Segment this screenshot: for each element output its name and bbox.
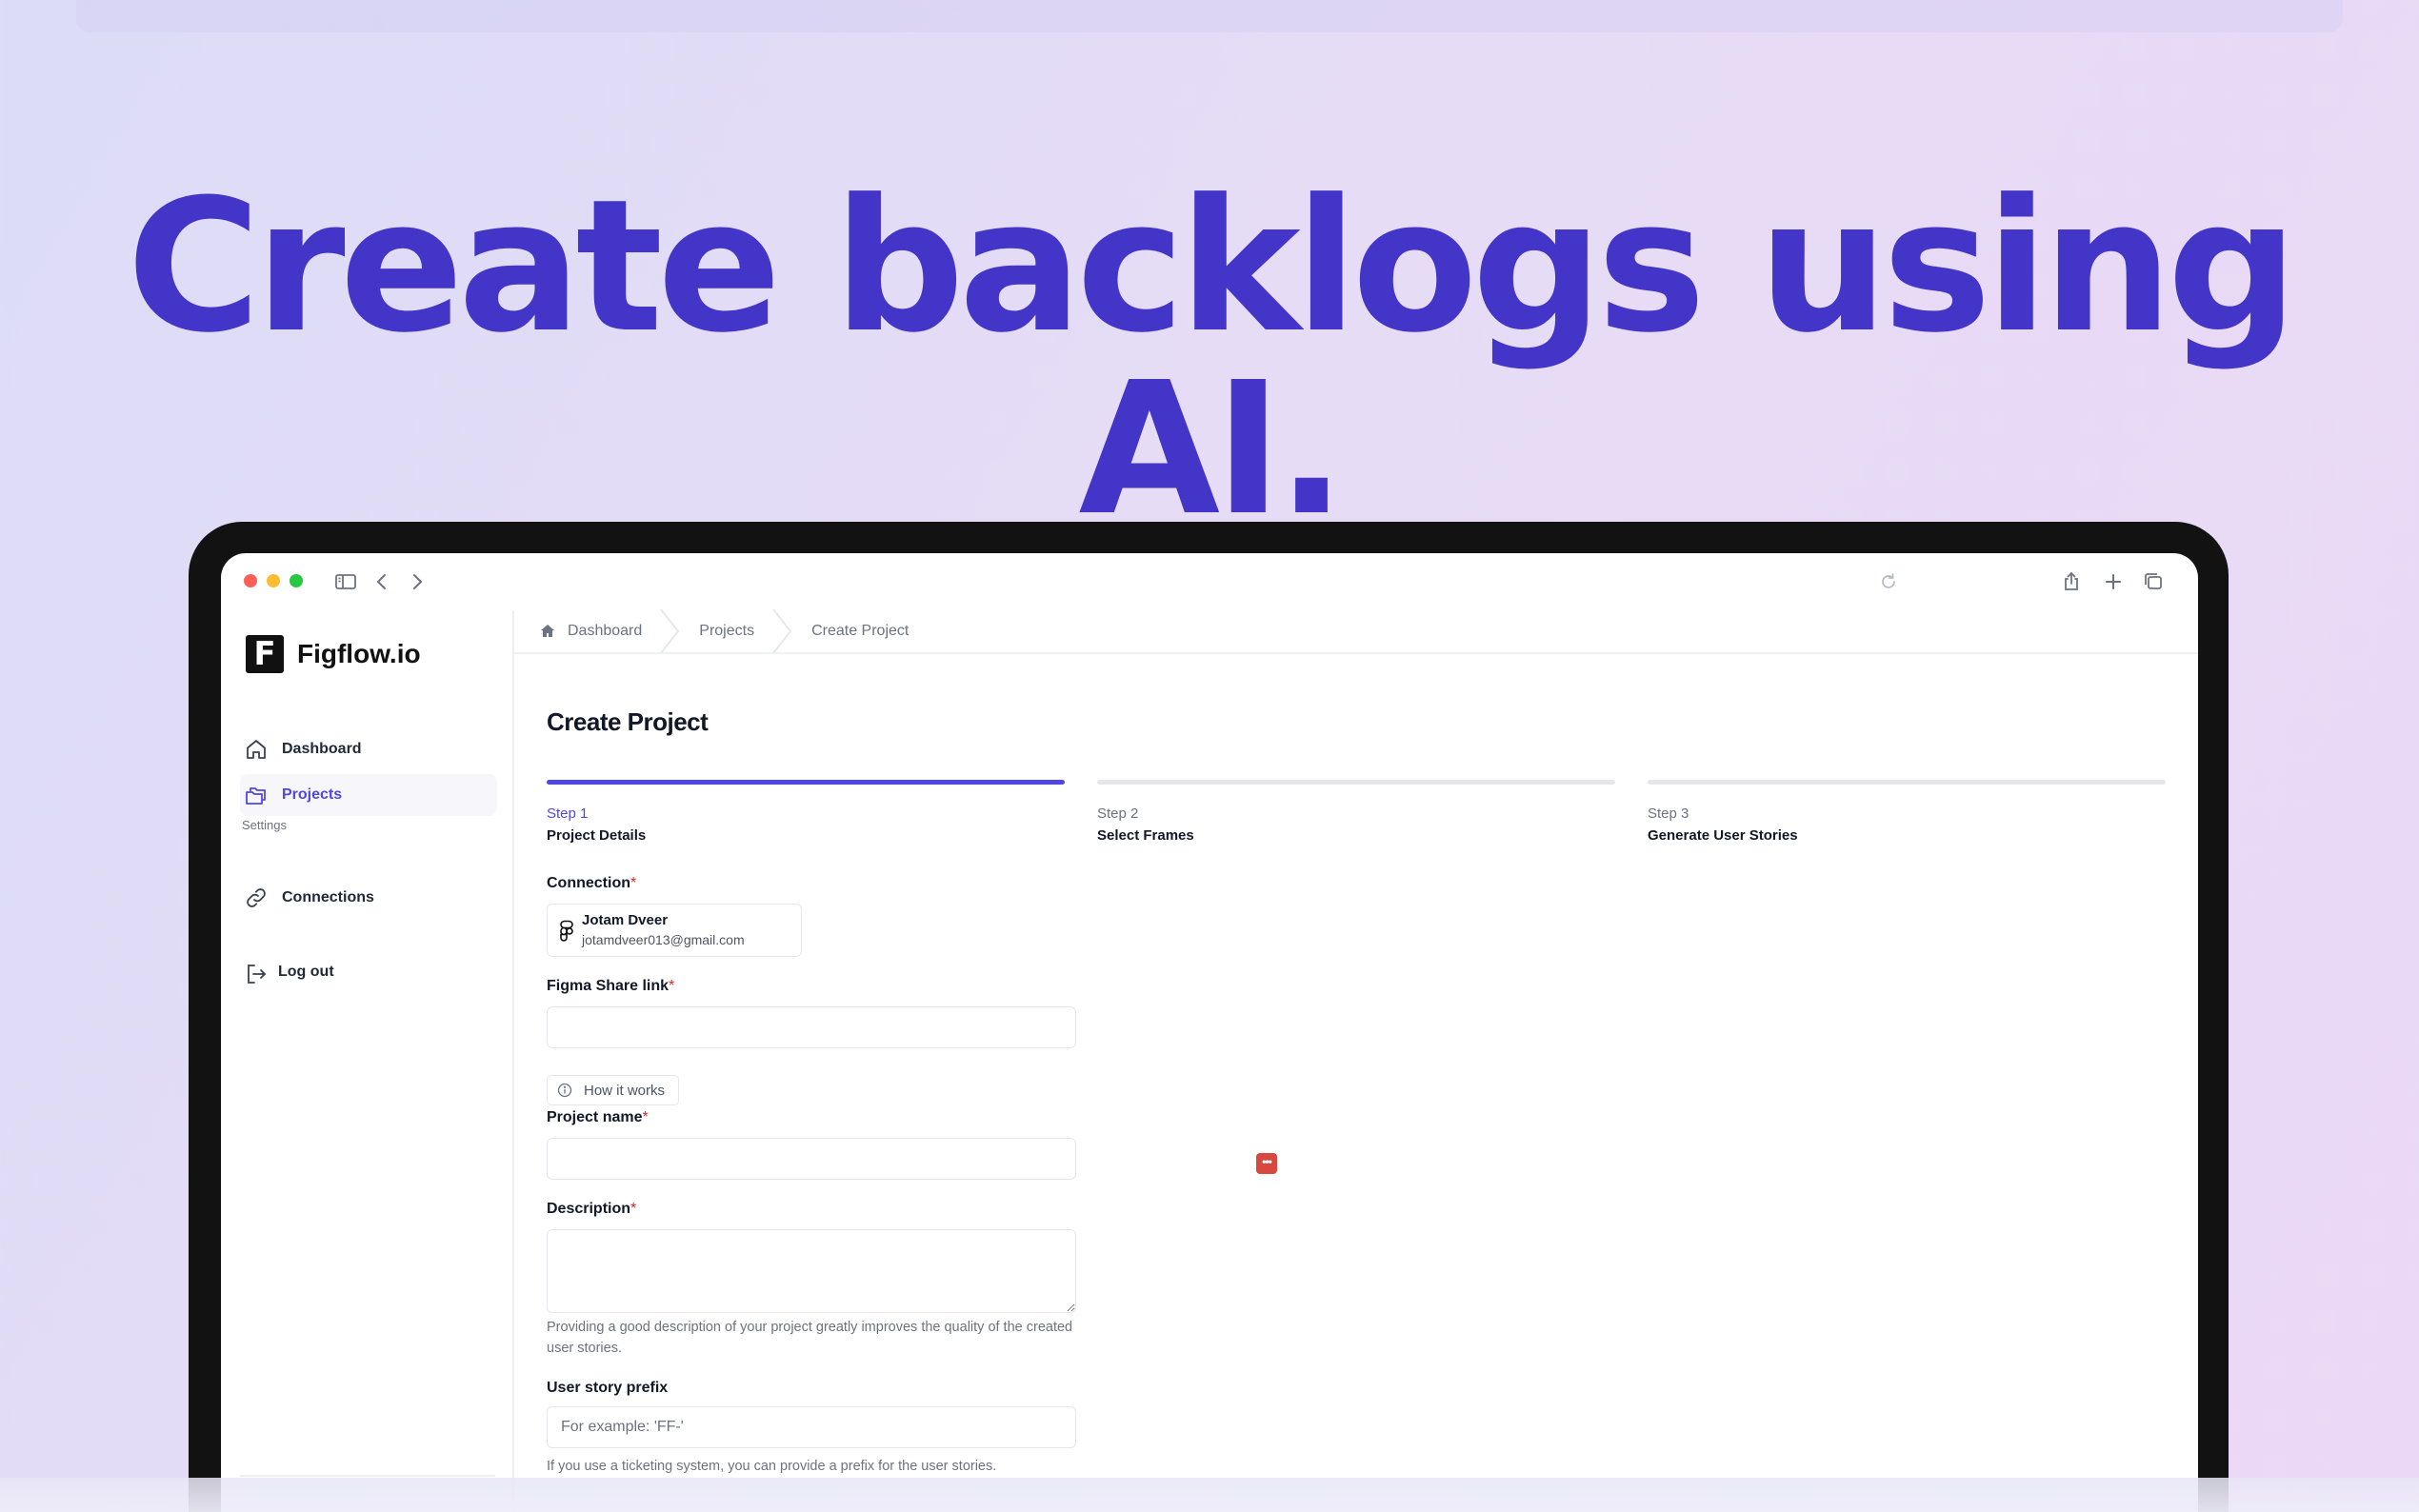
sidebar: F Figflow.io Dashboard Projects Settings…: [221, 610, 514, 1512]
step-number: Step 2: [1097, 806, 1139, 822]
step-progress-bar: [1097, 780, 1615, 785]
user-story-prefix-input[interactable]: [547, 1406, 1076, 1448]
breadcrumb: Dashboard Projects Create Project: [514, 608, 2198, 654]
home-icon: [539, 623, 556, 640]
sidebar-item-label: Dashboard: [282, 741, 362, 757]
required-mark: *: [642, 1109, 649, 1125]
step-progress-bar: [1648, 780, 2166, 785]
sidebar-item-label: Projects: [282, 786, 343, 803]
back-icon[interactable]: [370, 569, 394, 594]
sidebar-item-connections[interactable]: Connections: [240, 877, 497, 919]
page-title: Create Project: [547, 707, 709, 736]
connection-label: Connection*: [547, 875, 636, 892]
minimize-window-button[interactable]: [267, 574, 280, 587]
browser-window: F Figflow.io Dashboard Projects Settings…: [221, 553, 2198, 1512]
step-number: Step 1: [547, 806, 589, 822]
breadcrumb-label: Projects: [699, 623, 755, 639]
headline: Create backlogs using AI.: [127, 161, 2298, 556]
share-icon[interactable]: [2059, 569, 2084, 594]
top-strip: [76, 0, 2343, 32]
logo-mark: F: [246, 635, 284, 673]
sidebar-toggle-icon[interactable]: [333, 569, 358, 594]
sidebar-item-projects[interactable]: Projects: [240, 774, 497, 816]
step-name: Generate User Stories: [1648, 827, 1798, 844]
step-name: Project Details: [547, 827, 647, 844]
bottom-fade: [0, 1478, 2419, 1512]
logout-button[interactable]: Log out: [240, 951, 497, 993]
figma-link-label-text: Figma Share link: [547, 978, 670, 994]
connection-email: jotamdveer013@gmail.com: [582, 932, 745, 947]
figma-share-link-input[interactable]: [547, 1006, 1076, 1048]
prefix-help-text: If you use a ticketing system, you can p…: [547, 1459, 997, 1474]
description-label-text: Description: [547, 1201, 631, 1217]
figma-link-label: Figma Share link*: [547, 978, 674, 995]
breadcrumb-separator: [771, 608, 792, 654]
link-icon: [244, 885, 269, 910]
forward-icon[interactable]: [405, 569, 430, 594]
required-mark: *: [669, 978, 675, 994]
project-name-label: Project name*: [547, 1109, 649, 1126]
password-manager-icon[interactable]: •••: [1256, 1153, 1277, 1174]
maximize-window-button[interactable]: [290, 574, 303, 587]
logout-icon: [244, 962, 267, 984]
prefix-label: User story prefix: [547, 1380, 669, 1396]
breadcrumb-projects[interactable]: Projects: [699, 608, 811, 654]
new-tab-icon[interactable]: [2101, 569, 2126, 594]
project-name-label-text: Project name: [547, 1109, 643, 1125]
logo-text: Figflow.io: [297, 639, 421, 668]
reload-icon[interactable]: [1876, 569, 1901, 594]
sidebar-item-label: Connections: [282, 889, 374, 905]
how-it-works-button[interactable]: How it works: [547, 1075, 679, 1105]
settings-section-label: Settings: [242, 818, 287, 832]
tabs-overview-icon[interactable]: [2141, 569, 2166, 594]
breadcrumb-dashboard[interactable]: Dashboard: [539, 608, 699, 654]
close-window-button[interactable]: [244, 574, 257, 587]
description-help-text: Providing a good description of your pro…: [547, 1320, 1073, 1356]
how-it-works-label: How it works: [584, 1082, 666, 1099]
breadcrumb-label: Create Project: [811, 623, 910, 639]
required-mark: *: [630, 875, 637, 891]
step-name: Select Frames: [1097, 827, 1194, 844]
sidebar-item-dashboard[interactable]: Dashboard: [240, 728, 497, 770]
connection-selector[interactable]: Jotam Dveer jotamdveer013@gmail.com: [547, 904, 802, 957]
browser-toolbar: [221, 553, 2198, 610]
project-name-input[interactable]: [547, 1138, 1076, 1180]
step-1[interactable]: Step 1 Project Details: [547, 780, 1065, 844]
home-icon: [244, 737, 269, 762]
step-2[interactable]: Step 2 Select Frames: [1097, 780, 1615, 844]
breadcrumb-create-project: Create Project: [811, 623, 909, 640]
breadcrumb-separator: [659, 608, 680, 654]
description-label: Description*: [547, 1201, 636, 1218]
step-number: Step 3: [1648, 806, 1689, 822]
sidebar-divider: [240, 1475, 495, 1477]
info-icon: [557, 1083, 572, 1098]
logo[interactable]: F Figflow.io: [246, 635, 421, 673]
required-mark: *: [630, 1201, 637, 1217]
figma-icon: [559, 920, 574, 943]
connection-label-text: Connection: [547, 875, 630, 891]
breadcrumb-label: Dashboard: [568, 623, 643, 639]
step-3[interactable]: Step 3 Generate User Stories: [1648, 780, 2166, 844]
main-content: Dashboard Projects Create Project Create…: [514, 608, 2198, 1512]
step-progress-bar: [547, 780, 1065, 785]
connection-name: Jotam Dveer: [582, 912, 669, 928]
folders-icon: [244, 783, 269, 807]
description-textarea[interactable]: [547, 1229, 1076, 1313]
logout-label: Log out: [278, 964, 334, 980]
